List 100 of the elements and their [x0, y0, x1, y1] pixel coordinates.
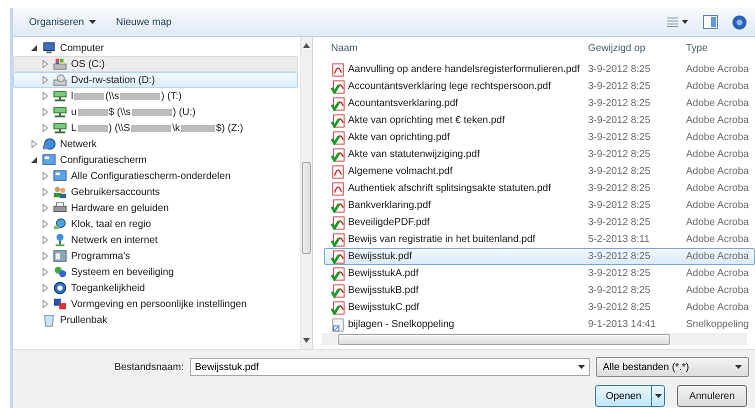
file-type: Adobe Acroba [686, 268, 750, 279]
tree-item[interactable]: Netwerk [13, 136, 298, 152]
cancel-button[interactable]: Annuleren [677, 385, 747, 407]
panel-icon [53, 169, 67, 183]
file-row[interactable]: BewijsstukC.pdf 3-9-2012 8:25 Adobe Acroba [324, 299, 755, 316]
file-type: Adobe Acroba [686, 285, 750, 296]
file-type: Adobe Acroba [686, 217, 750, 228]
tree-item[interactable]: Hardware en geluiden [13, 200, 298, 216]
tree-item-label: Klok, taal en regio [71, 218, 152, 230]
modified-date: 3-9-2012 8:25 [588, 302, 652, 313]
tree-item[interactable]: Computer [13, 40, 298, 56]
preview-pane-button[interactable] [703, 15, 718, 29]
file-row[interactable]: Accountantsverklaring lege rechtspersoon.pdf 3-9-2012 8:25 Adobe Acroba [324, 78, 755, 95]
tree-item[interactable]: l (\\s ) (T:) [13, 88, 298, 104]
column-header[interactable]: Type [686, 42, 755, 54]
expand-arrow-icon[interactable] [30, 44, 38, 52]
scroll-down-icon[interactable] [303, 338, 310, 343]
modified-date: 3-9-2012 8:25 [588, 64, 652, 75]
disc-drive-icon [53, 73, 67, 87]
file-type: Adobe Acroba [686, 64, 750, 75]
tree-item-label: Toegankelijkheid [71, 282, 145, 294]
signed-pdf-icon [331, 232, 345, 246]
file-row[interactable]: BewijsstukB.pdf 3-9-2012 8:25 Adobe Acroba [324, 282, 755, 299]
recycle-bin-icon [42, 313, 56, 327]
column-header[interactable]: Gewijzigd op [588, 42, 686, 54]
tree-item[interactable]: Configuratiescherm [13, 152, 298, 168]
file-row[interactable]: bijlagen - Snelkoppeling 9-1-2013 14:41 Snelkoppeling [324, 316, 755, 333]
modified-date: 9-1-2013 14:41 [588, 319, 657, 330]
modified-date: 3-9-2012 8:25 [588, 251, 652, 262]
shortcut-icon [331, 318, 345, 332]
people-icon [53, 185, 67, 199]
signed-pdf-icon [331, 114, 345, 128]
signed-pdf-icon [331, 96, 345, 110]
tree-item[interactable]: u $ (\\s ) (U:) [13, 104, 298, 120]
file-row[interactable]: Authentiek afschrift splitsingsakte statuten.pdf 3-9-2012 8:25 Adobe Acroba [324, 180, 755, 197]
tree-item[interactable]: Dvd-rw-station (D:) [13, 72, 298, 88]
expand-arrow-icon[interactable] [30, 156, 38, 164]
file-row[interactable]: Bewijs van registratie in het buitenland.pdf 5-2-2013 8:11 Adobe Acroba [324, 231, 755, 248]
toolbar-button[interactable]: Organiseren [21, 14, 104, 30]
scroll-thumb[interactable] [338, 334, 670, 345]
file-name: Authentiek afschrift splitsingsakte statuten.pdf [348, 183, 551, 194]
file-row[interactable]: BeveiligdePDF.pdf 3-9-2012 8:25 Adobe Acroba [324, 214, 755, 231]
drive-label: l (\\s ) (T:) [71, 90, 182, 102]
file-row[interactable]: Akte van oprichting.pdf 3-9-2012 8:25 Adobe Acroba [324, 129, 755, 146]
signed-pdf-icon [331, 250, 345, 264]
file-row[interactable]: Acountantsverklaring.pdf 3-9-2012 8:25 Adobe Acroba [324, 95, 755, 112]
file-row[interactable]: Bankverklaring.pdf 3-9-2012 8:25 Adobe Acroba [324, 197, 755, 214]
tree-item[interactable]: Gebruikersaccounts [13, 184, 298, 200]
file-name: Algemene volmacht.pdf [348, 166, 453, 177]
tree-item-label: Alle Configuratiescherm-onderdelen [71, 170, 231, 182]
file-row[interactable]: BewijsstukA.pdf 3-9-2012 8:25 Adobe Acroba [324, 265, 755, 282]
tree-item[interactable]: Prullenbak [13, 312, 298, 328]
signed-pdf-icon [331, 266, 345, 280]
tree-item[interactable]: Systeem en beveiliging [13, 264, 298, 280]
file-row[interactable]: Aanvulling op andere handelsregisterformulieren.pdf 3-9-2012 8:25 Adobe Acroba [324, 61, 755, 78]
drive-label: L ) (\\S \k $) (Z:) [71, 122, 244, 134]
tree-item-label: Configuratiescherm [60, 154, 147, 166]
scrollbar[interactable] [322, 333, 747, 345]
tree-item[interactable]: L ) (\\S \k $) (Z:) [13, 120, 298, 136]
file-row[interactable]: Akte van statutenwijziging.pdf 3-9-2012 8:25 Adobe Acroba [324, 146, 755, 163]
file-name: BeveiligdePDF.pdf [348, 217, 430, 228]
modified-date: 3-9-2012 8:25 [588, 98, 652, 109]
tree-item[interactable]: Alle Configuratiescherm-onderdelen [13, 168, 298, 184]
modified-date: 3-9-2012 8:25 [588, 166, 652, 177]
toolbar-button[interactable]: Nieuwe map [108, 14, 180, 30]
file-row[interactable]: Akte van oprichting met € teken.pdf 3-9-2012 8:25 Adobe Acroba [324, 112, 755, 129]
tree-item[interactable]: Programma's [13, 248, 298, 264]
network-drive-icon [53, 105, 67, 119]
file-type-dropdown[interactable]: Alle bestanden (*.*) [596, 357, 749, 377]
network-icon [53, 233, 67, 247]
file-row[interactable]: Algemene volmacht.pdf 3-9-2012 8:25 Adobe Acroba [324, 163, 755, 180]
file-name: BewijsstukB.pdf [348, 285, 419, 296]
scrollbar[interactable] [300, 37, 312, 349]
tree-item[interactable]: Vormgeving en persoonlijke instellingen [13, 296, 298, 312]
file-type: Adobe Acroba [686, 200, 750, 211]
file-row[interactable]: Bewijsstuk.pdf 3-9-2012 8:25 Adobe Acroba [324, 248, 755, 265]
drive-icon [53, 57, 67, 71]
accessibility-icon [53, 281, 67, 295]
tree-item-label: Netwerk en internet [71, 234, 158, 246]
pdf-icon [331, 164, 345, 178]
file-name: bijlagen - Snelkoppeling [348, 319, 454, 330]
file-name: Aanvulling op andere handelsregisterformulieren.pdf [348, 64, 580, 75]
open-button[interactable]: Openen [595, 385, 665, 407]
scroll-thumb[interactable] [302, 162, 311, 254]
scroll-up-icon[interactable] [303, 43, 310, 48]
file-type: Snelkoppeling [686, 319, 750, 330]
modified-date: 3-9-2012 8:25 [588, 268, 652, 279]
view-options-button[interactable] [667, 17, 689, 27]
network-drive-icon [53, 89, 67, 103]
column-header[interactable]: Naam [331, 42, 588, 54]
tree-item[interactable]: Toegankelijkheid [13, 280, 298, 296]
tree-item[interactable]: Klok, taal en regio [13, 216, 298, 232]
tree-item[interactable]: OS (C:) [13, 56, 298, 72]
tree-item-label: Computer [60, 42, 104, 54]
help-button[interactable] [732, 14, 747, 30]
file-type: Adobe Acroba [686, 132, 750, 143]
signed-pdf-icon [331, 300, 345, 314]
tree-item[interactable]: Netwerk en internet [13, 232, 298, 248]
tree-item-label: Systeem en beveiliging [71, 266, 174, 278]
file-type: Adobe Acroba [686, 251, 750, 262]
